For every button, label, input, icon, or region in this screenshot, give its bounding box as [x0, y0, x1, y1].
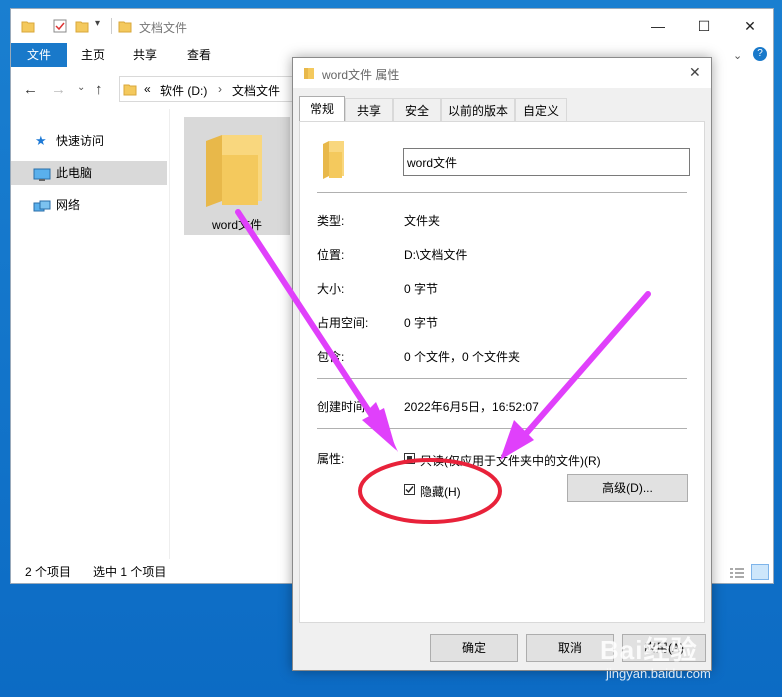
annotation-circle	[358, 458, 502, 524]
annotation-arrow-right	[500, 291, 651, 460]
watermark: Bai经验 jingyan.baidu.com	[600, 630, 780, 694]
watermark-url: jingyan.baidu.com	[606, 666, 711, 681]
watermark-brand: Bai经验	[600, 635, 698, 665]
annotation-overlay	[235, 209, 651, 524]
annotation-arrow-left	[235, 209, 398, 452]
